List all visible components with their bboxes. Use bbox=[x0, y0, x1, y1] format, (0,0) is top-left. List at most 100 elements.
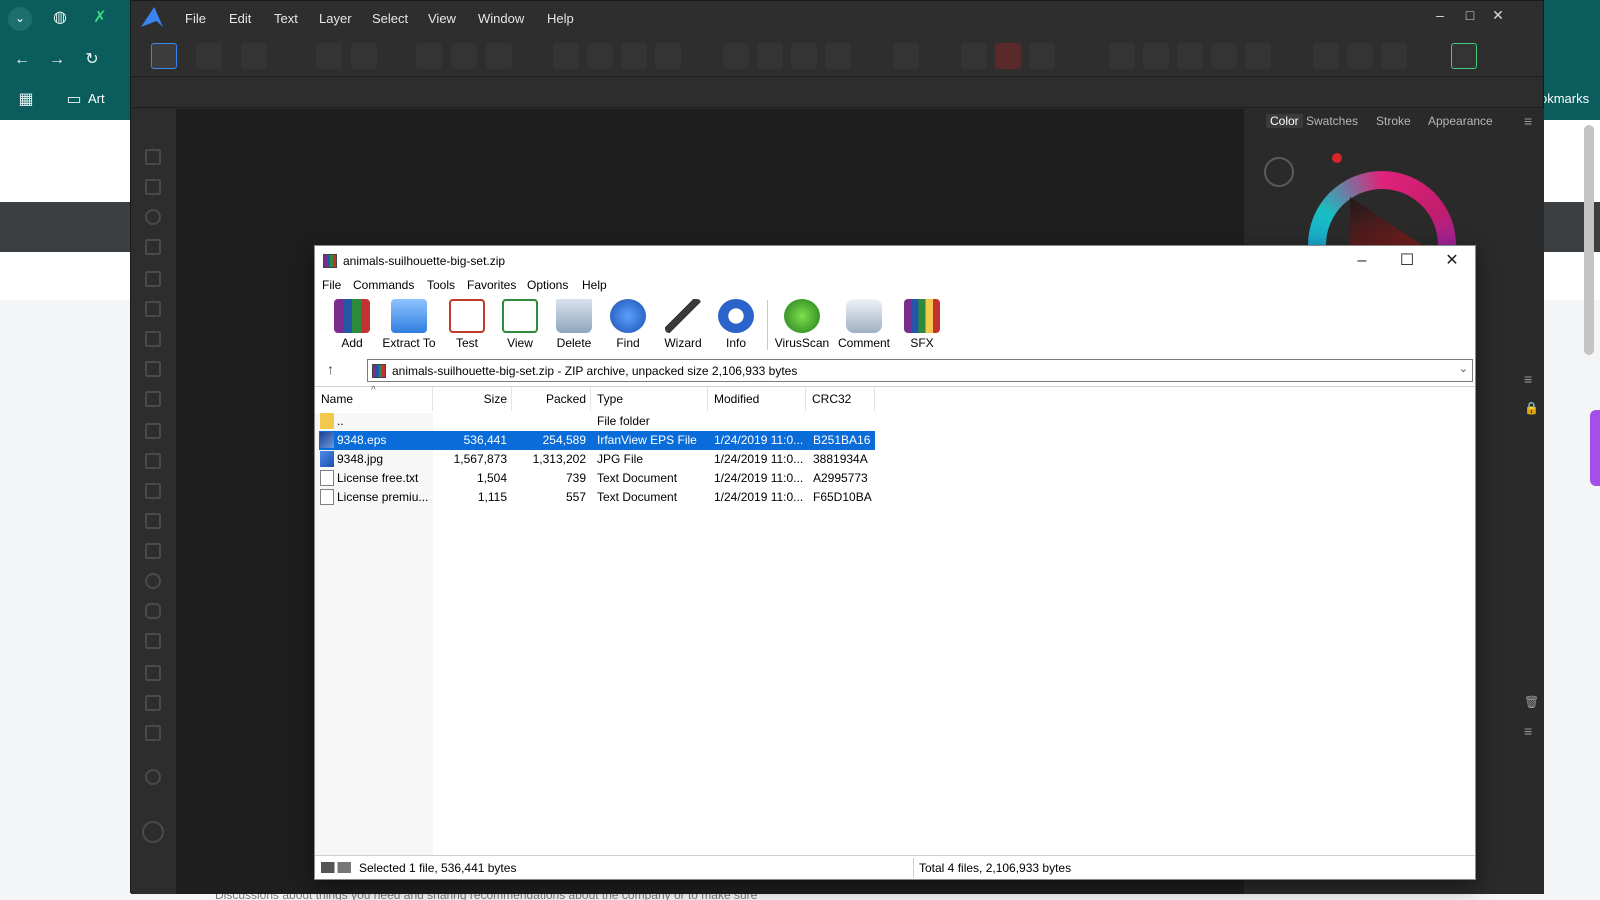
designer-persona-icon[interactable] bbox=[151, 43, 177, 69]
transparency-tool-icon[interactable] bbox=[145, 453, 161, 469]
color-picker-dot-icon[interactable] bbox=[1332, 153, 1342, 163]
maximize-icon[interactable]: ☐ bbox=[1384, 248, 1430, 274]
minimize-icon[interactable]: – bbox=[1339, 248, 1385, 274]
zoom-tool-icon[interactable] bbox=[145, 769, 161, 785]
shape-tool-icon[interactable] bbox=[145, 633, 161, 649]
toolbar-btn-9[interactable] bbox=[655, 43, 681, 69]
extract-to-button[interactable]: Extract To bbox=[379, 299, 439, 350]
comment-button[interactable]: Comment bbox=[834, 299, 894, 350]
export-persona-icon[interactable] bbox=[241, 43, 267, 69]
eraser-tool-icon[interactable] bbox=[145, 391, 161, 407]
contour-tool-icon[interactable] bbox=[145, 209, 161, 225]
delete-button[interactable]: Delete bbox=[544, 299, 604, 350]
toolbar-btn-24[interactable] bbox=[1347, 43, 1373, 69]
lock-icon[interactable]: 🔒 bbox=[1524, 401, 1539, 415]
af-menu-file[interactable]: File bbox=[185, 11, 206, 26]
list-item[interactable]: .. File folder bbox=[319, 412, 875, 431]
globe-icon[interactable]: ◍ bbox=[48, 8, 72, 32]
af-menu-help[interactable]: Help bbox=[547, 11, 574, 26]
text-tool-icon[interactable] bbox=[145, 665, 161, 681]
all-bookmarks-label[interactable]: okmarks bbox=[1540, 91, 1589, 106]
toolbar-btn-25[interactable] bbox=[1381, 43, 1407, 69]
pencil-tool-icon[interactable] bbox=[145, 301, 161, 317]
archive-path-field[interactable]: animals-suilhouette-big-set.zip - ZIP ar… bbox=[367, 359, 1473, 382]
virusscan-button[interactable]: VirusScan bbox=[772, 299, 832, 350]
af-maximize-icon[interactable]: □ bbox=[1459, 7, 1481, 23]
test-button[interactable]: Test bbox=[437, 299, 497, 350]
pen-tool-icon[interactable] bbox=[145, 271, 161, 287]
move-tool-icon[interactable] bbox=[145, 119, 161, 135]
toolbar-btn-3[interactable] bbox=[416, 43, 442, 69]
af-close-icon[interactable]: ✕ bbox=[1487, 7, 1509, 24]
list-item[interactable]: 9348.eps 536,441 254,589 IrfanView EPS F… bbox=[319, 431, 875, 450]
rectangle-tool-icon[interactable] bbox=[145, 543, 161, 559]
column-type[interactable]: Type bbox=[591, 387, 708, 411]
toolbar-btn-22[interactable] bbox=[1245, 43, 1271, 69]
fill-tool-icon[interactable] bbox=[145, 423, 161, 439]
af-menu-view[interactable]: View bbox=[428, 11, 456, 26]
menu-options[interactable]: Options bbox=[527, 278, 568, 292]
toolbar-btn-2[interactable] bbox=[351, 43, 377, 69]
assistant-icon[interactable] bbox=[142, 821, 164, 843]
column-name[interactable]: ^ Name bbox=[315, 385, 433, 411]
toolbar-btn-16[interactable] bbox=[995, 43, 1021, 69]
layers-menu-icon[interactable]: ≡ bbox=[1524, 371, 1532, 387]
crop-tool-icon[interactable] bbox=[145, 513, 161, 529]
forward-arrow-icon[interactable]: → bbox=[45, 50, 69, 74]
add-button[interactable]: Add bbox=[322, 299, 382, 350]
close-icon[interactable]: ✕ bbox=[1429, 248, 1475, 274]
menu-commands[interactable]: Commands bbox=[353, 278, 414, 292]
info-button[interactable]: Info bbox=[706, 299, 766, 350]
menu-file[interactable]: File bbox=[322, 278, 341, 292]
toolbar-btn-4[interactable] bbox=[451, 43, 477, 69]
measure-tool-icon[interactable] bbox=[145, 725, 161, 741]
tab-favicon-icon[interactable]: ✗ bbox=[88, 8, 112, 32]
toolbar-btn-13[interactable] bbox=[825, 43, 851, 69]
column-modified[interactable]: Modified bbox=[708, 387, 806, 411]
node-tool-icon[interactable] bbox=[145, 179, 161, 195]
panel-menu-icon-2[interactable]: ≡ bbox=[1524, 723, 1532, 739]
view-button[interactable]: View bbox=[490, 299, 550, 350]
toolbar-btn-12[interactable] bbox=[791, 43, 817, 69]
menu-tools[interactable]: Tools bbox=[427, 278, 455, 292]
list-item[interactable]: License free.txt 1,504 739 Text Document… bbox=[319, 469, 875, 488]
af-menu-layer[interactable]: Layer bbox=[319, 11, 352, 26]
folder-icon[interactable]: ▭ bbox=[62, 90, 86, 114]
toolbar-btn-11[interactable] bbox=[757, 43, 783, 69]
toolbar-btn-14[interactable] bbox=[893, 43, 919, 69]
column-packed[interactable]: Packed bbox=[512, 387, 591, 411]
panel-tab-color[interactable]: Color bbox=[1266, 114, 1303, 128]
toolbar-btn-23[interactable] bbox=[1313, 43, 1339, 69]
column-crc32[interactable]: CRC32 bbox=[806, 387, 875, 411]
panel-menu-icon[interactable]: ≡ bbox=[1524, 113, 1532, 129]
panel-tab-swatches[interactable]: Swatches bbox=[1306, 114, 1358, 128]
vector-brush-tool-icon[interactable] bbox=[145, 331, 161, 347]
toolbar-btn-1[interactable] bbox=[316, 43, 342, 69]
af-menu-text[interactable]: Text bbox=[274, 11, 298, 26]
panel-tab-stroke[interactable]: Stroke bbox=[1376, 114, 1411, 128]
brush-tool-icon[interactable] bbox=[145, 361, 161, 377]
back-arrow-icon[interactable]: ← bbox=[10, 50, 34, 74]
ellipse-tool-icon[interactable] bbox=[145, 573, 161, 589]
apps-grid-icon[interactable]: ▦ bbox=[14, 90, 38, 114]
account-user-icon[interactable] bbox=[1451, 43, 1477, 69]
menu-help[interactable]: Help bbox=[582, 278, 607, 292]
panel-tab-appearance[interactable]: Appearance bbox=[1428, 114, 1493, 128]
af-menu-select[interactable]: Select bbox=[372, 11, 408, 26]
corner-tool-icon[interactable] bbox=[145, 239, 161, 255]
column-size[interactable]: Size bbox=[433, 387, 512, 411]
color-picker-tool-icon[interactable] bbox=[145, 695, 161, 711]
toolbar-btn-19[interactable] bbox=[1143, 43, 1169, 69]
toolbar-btn-10[interactable] bbox=[723, 43, 749, 69]
bookmark-folder-art[interactable]: Art bbox=[88, 91, 105, 106]
af-menu-window[interactable]: Window bbox=[478, 11, 524, 26]
list-item[interactable]: 9348.jpg 1,567,873 1,313,202 JPG File 1/… bbox=[319, 450, 875, 469]
menu-favorites[interactable]: Favorites bbox=[467, 278, 516, 292]
toolbar-btn-8[interactable] bbox=[621, 43, 647, 69]
page-scrollbar[interactable] bbox=[1584, 125, 1594, 355]
wizard-button[interactable]: Wizard bbox=[653, 299, 713, 350]
rounded-rectangle-tool-icon[interactable] bbox=[145, 603, 161, 619]
find-button[interactable]: Find bbox=[598, 299, 658, 350]
up-arrow-icon[interactable]: ↑ bbox=[327, 361, 334, 377]
place-image-tool-icon[interactable] bbox=[145, 483, 161, 499]
